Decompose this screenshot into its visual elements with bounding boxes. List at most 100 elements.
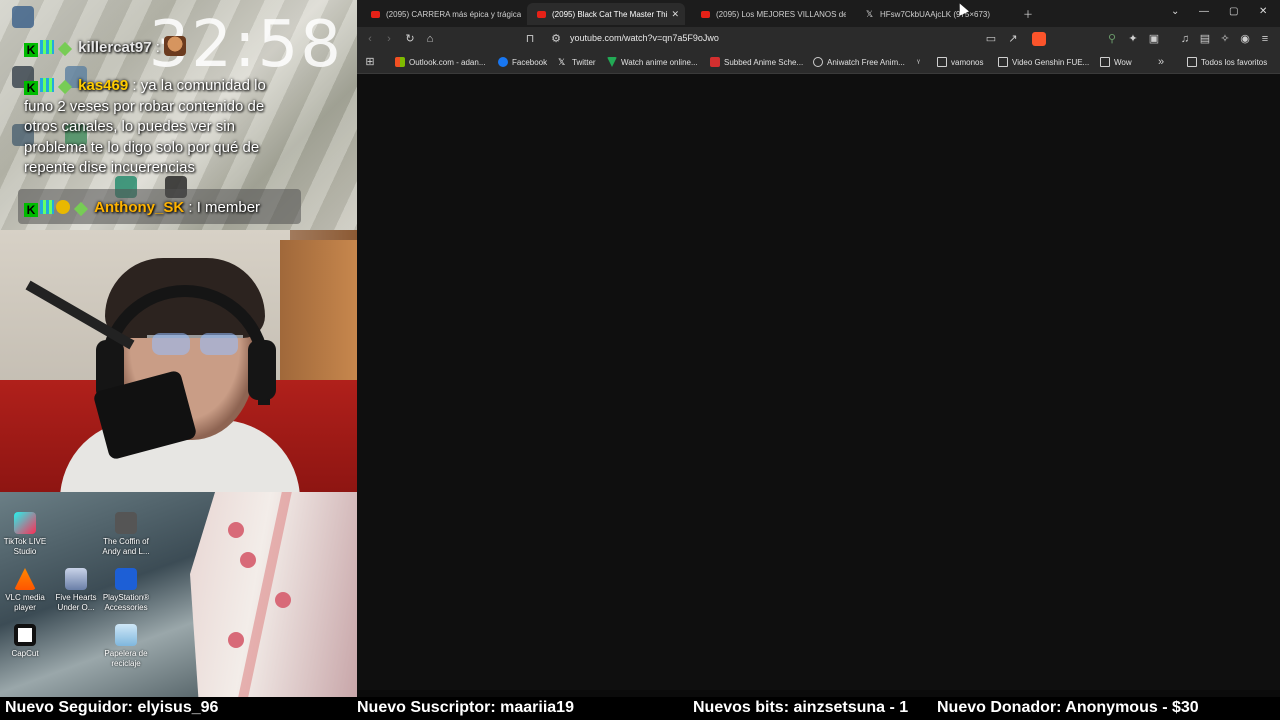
- media-button[interactable]: ♫: [1178, 32, 1192, 46]
- folder-icon: [937, 57, 947, 67]
- game-icon: [115, 512, 137, 534]
- kick-badge-icon: K: [24, 81, 38, 95]
- desktop-icon-playstation[interactable]: PlayStation® Accessories: [98, 568, 154, 613]
- bookmark-subbed-anime[interactable]: Subbed Anime Sche...: [710, 57, 803, 67]
- bookmark-all-favorites[interactable]: Todos los favoritos: [1187, 57, 1267, 67]
- chat-separator: :: [151, 39, 160, 56]
- close-window-button[interactable]: ✕: [1259, 6, 1267, 17]
- anime-icon: [607, 57, 617, 67]
- chat-username: killercat97: [78, 39, 152, 56]
- desktop-icon-label: VLC media player: [5, 593, 45, 612]
- back-button[interactable]: ‹: [363, 32, 377, 46]
- wallpaper-flower: [275, 592, 291, 608]
- bookmark-label: Subbed Anime Sche...: [724, 57, 804, 67]
- tab-black-cat[interactable]: (2095) Black Cat The Master Thi ✕: [527, 3, 685, 25]
- toolbar: ‹ › ↻ ⌂ ⊓ ⚙ youtube.com/watch?v=qn7a5F9o…: [357, 27, 1280, 52]
- recycle-bin-icon: [115, 624, 137, 646]
- chat-message: K killercat97 :: [24, 36, 284, 59]
- gem-badge-icon: [57, 41, 73, 57]
- bookmark-outlook[interactable]: Outlook.com - adan...: [395, 57, 485, 67]
- bookmark-facebook[interactable]: Facebook: [498, 57, 547, 67]
- gold-badge-icon: [56, 200, 70, 214]
- forward-button[interactable]: ›: [382, 32, 396, 46]
- desktop-icon-vlc[interactable]: VLC media player: [0, 568, 53, 613]
- chat-username: Anthony_SK: [94, 199, 185, 216]
- minimize-button[interactable]: —: [1199, 6, 1209, 17]
- desktop-icon-label: The Coffin of Andy and L...: [102, 537, 150, 556]
- tab-label: (2095) CARRERA más épica y trágica: [386, 9, 522, 19]
- tab-label: HFsw7CkbUAAjcLK (975×673): [880, 9, 991, 19]
- x-icon: 𝕏: [865, 8, 874, 19]
- sub-badge-icon: [40, 40, 54, 54]
- bookmark-page-button[interactable]: ⊓: [523, 32, 537, 46]
- bookmark-folder-wow[interactable]: Wow: [1100, 57, 1132, 67]
- bookmark-twitter[interactable]: 𝕏 Twitter: [558, 57, 596, 67]
- gem-badge-icon: [57, 79, 73, 95]
- leo-ai-button[interactable]: ✧: [1218, 32, 1232, 46]
- bookmark-watch-anime[interactable]: Watch anime online...: [607, 57, 698, 67]
- tab-carrera[interactable]: (2095) CARRERA más épica y trágica: [361, 3, 523, 25]
- browser-window: (2095) CARRERA más épica y trágica (2095…: [357, 0, 1280, 690]
- vpn-button[interactable]: ◉: [1238, 32, 1252, 46]
- headset-cup-right: [248, 340, 276, 400]
- game-icon: [65, 568, 87, 590]
- desktop-icon-capcut[interactable]: CapCut: [0, 624, 53, 659]
- wallpaper-flower: [240, 552, 256, 568]
- wallpaper-art: [190, 492, 357, 697]
- chat-separator: :: [184, 199, 197, 216]
- desktop-icon-recycle-bin[interactable]: Papelera de reciclaje: [98, 624, 154, 669]
- sidebar-button[interactable]: ▣: [1147, 32, 1161, 46]
- wallpaper-flower: [228, 632, 244, 648]
- bookmarks-bar: ⊞ Outlook.com - adan... Facebook 𝕏 Twitte…: [357, 52, 1280, 74]
- site-info-icon[interactable]: ⚙: [549, 32, 563, 46]
- close-icon[interactable]: ✕: [671, 9, 679, 20]
- bookmark-folder-genshin[interactable]: Video Genshin FUE...: [998, 57, 1089, 67]
- reading-list-button[interactable]: ▤: [1198, 32, 1212, 46]
- home-button[interactable]: ⌂: [423, 32, 437, 46]
- playstation-icon: [115, 568, 137, 590]
- tab-image[interactable]: 𝕏 HFsw7CkbUAAjcLK (975×673): [855, 3, 1017, 25]
- stream-overlay: 32:58 K killercat97 : K kas469 : ya la c…: [0, 0, 357, 697]
- maximize-button[interactable]: ▢: [1229, 6, 1238, 17]
- youtube-icon: [371, 10, 380, 18]
- ticker-follower: Nuevo Seguidor: elyisus_96: [5, 699, 219, 716]
- webcam-feed: [0, 230, 357, 492]
- ticker-subscriber: Nuevo Suscriptor: maariia19: [357, 699, 574, 716]
- share-button[interactable]: ↗: [1006, 32, 1020, 46]
- tab-search-button[interactable]: ⌄: [1171, 6, 1179, 17]
- chat-text: I member: [196, 199, 261, 216]
- glasses-lens-right: [200, 333, 238, 355]
- tab-label: (2095) Los MEJORES VILLANOS del A: [716, 9, 846, 19]
- more-bookmarks-icon[interactable]: »: [1154, 55, 1168, 69]
- aniwatch-icon: [813, 57, 823, 67]
- desktop-icon-label: TikTok LIVE Studio: [3, 537, 47, 556]
- cast-button[interactable]: ▭: [984, 32, 998, 46]
- reload-button[interactable]: ↻: [403, 32, 417, 46]
- bookmark-folder-vamonos[interactable]: vamonos: [937, 57, 983, 67]
- desktop-icon-five-hearts[interactable]: Five Hearts Under O...: [48, 568, 104, 613]
- desktop-icon-tiktok[interactable]: TikTok LIVE Studio: [0, 512, 53, 557]
- brave-shields-icon[interactable]: [1032, 32, 1046, 46]
- apps-grid-icon[interactable]: ⊞: [363, 55, 377, 69]
- ticker-donor: Nuevo Donador: Anonymous - $30: [937, 699, 1199, 716]
- bookmark-label: Outlook.com - adan...: [409, 57, 486, 67]
- gem-badge-icon: [73, 201, 89, 217]
- tab-villanos[interactable]: (2095) Los MEJORES VILLANOS del A: [691, 3, 851, 25]
- page-content: [357, 74, 1280, 690]
- tab-bar: (2095) CARRERA más épica y trágica (2095…: [357, 0, 1280, 27]
- tab-label: (2095) Black Cat The Master Thi: [552, 9, 668, 19]
- kick-badge-icon: K: [24, 203, 38, 217]
- bookmark-unnamed[interactable]: ᵞ: [917, 57, 931, 67]
- chat-overlay: 32:58 K killercat97 : K kas469 : ya la c…: [0, 0, 357, 230]
- desktop-background: TikTok LIVE Studio The Coffin of Andy an…: [0, 492, 357, 697]
- bookmark-label: Facebook: [512, 57, 548, 67]
- sub-badge-icon: [40, 78, 54, 92]
- desktop-icon-coffin[interactable]: The Coffin of Andy and L...: [98, 512, 154, 557]
- extensions-button[interactable]: ✦: [1126, 32, 1140, 46]
- new-tab-button[interactable]: ＋: [1023, 6, 1033, 21]
- x-icon: 𝕏: [558, 57, 566, 67]
- extension-icon[interactable]: ⚲: [1105, 32, 1119, 46]
- menu-button[interactable]: ≡: [1258, 32, 1272, 46]
- folder-icon: [1100, 57, 1110, 67]
- bookmark-aniwatch[interactable]: Aniwatch Free Anim...: [813, 57, 905, 67]
